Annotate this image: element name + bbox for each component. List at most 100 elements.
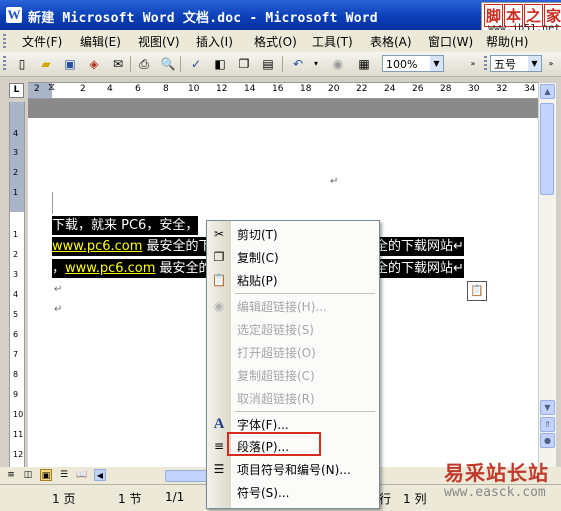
paste-toolbar-icon[interactable]: ▤ bbox=[260, 56, 276, 72]
chevron-down-icon[interactable]: ▼ bbox=[528, 56, 541, 71]
vertical-scroll-thumb[interactable] bbox=[540, 103, 554, 195]
ruler-number: 2 bbox=[34, 84, 40, 94]
ruler-number: 12 bbox=[216, 84, 228, 94]
toolbar-grip[interactable] bbox=[3, 56, 6, 71]
normal-view-icon[interactable]: ≡ bbox=[5, 469, 17, 481]
menu-format[interactable]: 格式(O) bbox=[254, 33, 297, 50]
selected-text: 最安全的 bbox=[155, 261, 212, 276]
menu-help[interactable]: 帮助(H) bbox=[486, 33, 528, 50]
open-folder-icon[interactable]: ▰ bbox=[38, 56, 54, 72]
new-document-icon[interactable]: ▯ bbox=[14, 56, 30, 72]
vertical-ruler[interactable]: 4 3 2 1 1 2 3 4 5 6 7 8 9 10 11 12 bbox=[9, 102, 25, 472]
selected-line-1[interactable]: 下载，就来 PC6，安全， bbox=[52, 216, 199, 235]
undo-icon[interactable]: ↶ bbox=[290, 56, 306, 72]
chevron-down-icon[interactable]: ▼ bbox=[430, 56, 443, 71]
selected-line-2[interactable]: www.pc6.com 最安全的下 bbox=[52, 237, 212, 256]
vruler-number: 8 bbox=[13, 370, 19, 379]
menu-item-open-hyperlink: 打开超链接(O) bbox=[207, 341, 379, 363]
print-preview-icon[interactable]: 🔍 bbox=[160, 56, 176, 72]
menu-view[interactable]: 视图(V) bbox=[138, 33, 180, 50]
paragraph-mark: ↵ bbox=[54, 284, 63, 295]
menu-item-label: 打开超链接(O) bbox=[237, 346, 316, 360]
scroll-up-icon[interactable]: ▲ bbox=[540, 84, 555, 99]
menu-file[interactable]: 文件(F) bbox=[22, 33, 62, 50]
vruler-number: 9 bbox=[13, 390, 19, 399]
zoom-value: 100% bbox=[386, 58, 418, 71]
bullets-icon: ☰ bbox=[213, 462, 225, 476]
outline-view-icon[interactable]: ☰ bbox=[58, 469, 70, 481]
menu-item-copy-hyperlink: 复制超链接(C) bbox=[207, 364, 379, 386]
hyperlink-icon: ◉ bbox=[213, 299, 225, 313]
context-menu: ✂ 剪切(T) ❐ 复制(C) 📋 粘贴(P) ◉ 编辑超链接(H)... 选定… bbox=[206, 220, 380, 509]
menu-item-label: 选定超链接(S) bbox=[237, 323, 314, 337]
print-icon[interactable]: ⎙ bbox=[136, 56, 152, 72]
toolbar-separator bbox=[130, 56, 131, 72]
menu-tools[interactable]: 工具(T) bbox=[312, 33, 353, 50]
research-icon[interactable]: ◧ bbox=[212, 56, 228, 72]
permission-icon[interactable]: ◈ bbox=[86, 56, 102, 72]
ruler-number: 8 bbox=[163, 84, 169, 94]
vruler-number: 12 bbox=[13, 450, 24, 459]
paragraph-icon: ≡ bbox=[213, 439, 225, 453]
web-layout-icon[interactable]: ◫ bbox=[22, 469, 34, 481]
menu-item-symbol[interactable]: 符号(S)... bbox=[207, 481, 379, 503]
menu-item-bullets-numbering[interactable]: ☰ 项目符号和编号(N)... bbox=[207, 458, 379, 480]
scroll-down-icon[interactable]: ▼ bbox=[540, 400, 555, 415]
menu-item-remove-hyperlink: 取消超链接(R) bbox=[207, 387, 379, 409]
scroll-left-icon[interactable]: ◀ bbox=[94, 469, 106, 481]
selected-line-3-tail[interactable]: 全的下载网站↵ bbox=[375, 259, 464, 278]
previous-page-icon[interactable]: ⇑ bbox=[540, 417, 555, 432]
undo-dropdown-icon[interactable]: ▾ bbox=[308, 56, 324, 72]
table-toolbar-icon[interactable]: ▦ bbox=[356, 56, 372, 72]
menu-edit[interactable]: 编辑(E) bbox=[80, 33, 121, 50]
horizontal-ruler[interactable]: 2 ⧖ 2 4 6 8 10 12 14 16 18 20 22 24 26 2… bbox=[28, 82, 538, 99]
vruler-number: 11 bbox=[13, 430, 24, 439]
select-browse-object-icon[interactable]: ● bbox=[540, 433, 555, 448]
paste-options-icon[interactable]: 📋 bbox=[467, 281, 487, 301]
ruler-number: 10 bbox=[188, 84, 200, 94]
hyperlink-toolbar-icon[interactable]: ◉ bbox=[330, 56, 346, 72]
toolbar-options-icon[interactable]: » bbox=[546, 56, 556, 72]
margin-corner-mark bbox=[52, 192, 53, 214]
email-icon[interactable]: ✉ bbox=[110, 56, 126, 72]
menu-item-paste[interactable]: 📋 粘贴(P) bbox=[207, 269, 379, 291]
spelling-icon[interactable]: ✓ bbox=[188, 56, 204, 72]
vruler-number: 7 bbox=[13, 350, 19, 359]
reading-layout-icon[interactable]: 📖 bbox=[76, 469, 88, 481]
menu-window[interactable]: 窗口(W) bbox=[428, 33, 473, 50]
selected-text: 全的下载网站↵ bbox=[375, 261, 464, 276]
zoom-select[interactable]: 100% ▼ bbox=[382, 55, 444, 72]
menu-grip[interactable] bbox=[3, 34, 6, 49]
watermark-easck-name: 易采站长站 bbox=[444, 461, 549, 485]
status-section: 1 节 bbox=[118, 492, 142, 506]
hyperlink[interactable]: www.pc6.com bbox=[65, 261, 155, 276]
menu-item-cut[interactable]: ✂ 剪切(T) bbox=[207, 223, 379, 245]
indent-marker-icon[interactable]: ⧖ bbox=[48, 82, 55, 93]
paragraph-mark: ↵ bbox=[54, 304, 63, 315]
paragraph-highlight-box bbox=[227, 432, 321, 456]
menu-table[interactable]: 表格(A) bbox=[370, 33, 412, 50]
status-page: 1 页 bbox=[52, 492, 76, 506]
font-size-select[interactable]: 五号 ▼ bbox=[490, 55, 542, 72]
hyperlink[interactable]: www.pc6.com bbox=[52, 239, 142, 254]
selected-line-3[interactable]: ，www.pc6.com 最安全的 bbox=[52, 259, 212, 278]
watermark-easck-url: www.easck.com bbox=[444, 485, 546, 500]
save-icon[interactable]: ▣ bbox=[62, 56, 78, 72]
ruler-number: 16 bbox=[272, 84, 284, 94]
menu-item-label: 剪切(T) bbox=[237, 228, 278, 242]
vruler-number: 5 bbox=[13, 310, 19, 319]
selected-line-2-tail[interactable]: 全的下载网站↵ bbox=[375, 237, 464, 256]
word-app-icon[interactable]: W bbox=[6, 7, 22, 23]
page-gap bbox=[28, 99, 538, 118]
tab-selector-button[interactable]: L bbox=[9, 83, 24, 98]
ruler-number: 24 bbox=[384, 84, 396, 94]
menu-item-select-hyperlink: 选定超链接(S) bbox=[207, 318, 379, 340]
menu-separator bbox=[235, 293, 375, 294]
menu-insert[interactable]: 插入(I) bbox=[196, 33, 233, 50]
toolbar-options-icon[interactable]: » bbox=[468, 56, 478, 72]
copy-toolbar-icon[interactable]: ❐ bbox=[236, 56, 252, 72]
ruler-number: 6 bbox=[135, 84, 141, 94]
format-toolbar-grip[interactable] bbox=[484, 56, 487, 71]
print-layout-icon[interactable]: ▣ bbox=[40, 469, 52, 481]
menu-item-copy[interactable]: ❐ 复制(C) bbox=[207, 246, 379, 268]
